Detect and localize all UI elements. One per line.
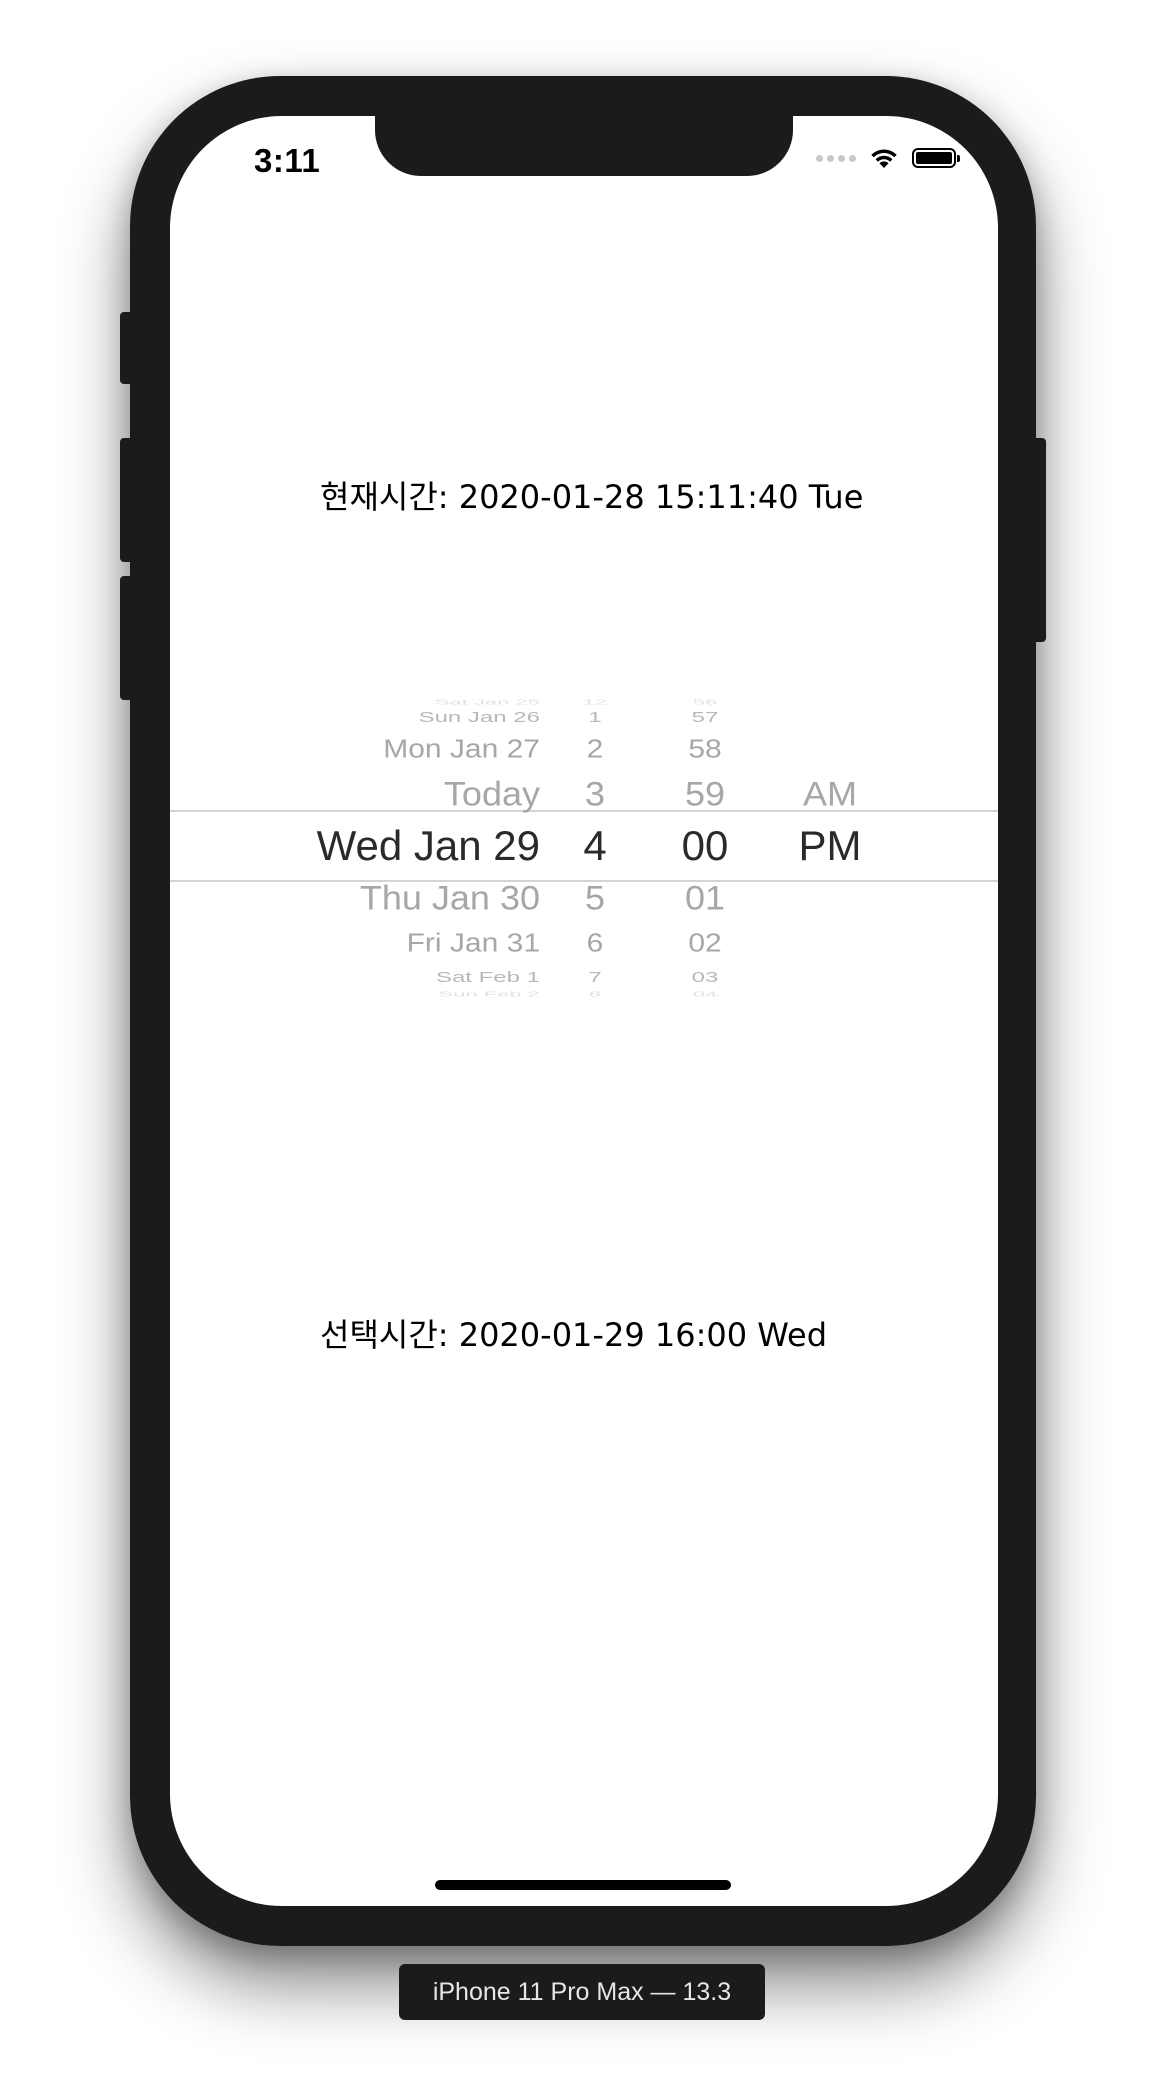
picker-minute-option[interactable]: 02 (650, 931, 760, 957)
picker-date-option[interactable]: Thu Jan 30 (360, 880, 540, 915)
picker-hour-option[interactable]: 3 (540, 776, 650, 811)
status-icons (816, 146, 960, 170)
picker-minute-option[interactable]: 04 (650, 990, 760, 998)
picker-hour-selected[interactable]: 4 (540, 825, 650, 867)
date-time-picker[interactable]: Sat Jan 25 Sun Jan 26 Mon Jan 27 Today Wed J… (170, 698, 998, 1058)
picker-minute-option[interactable]: 03 (650, 971, 760, 985)
picker-minute-option[interactable]: 01 (650, 880, 760, 915)
picker-date-option[interactable]: Fri Jan 31 (407, 931, 540, 957)
battery-icon (912, 148, 960, 168)
device-caption: iPhone 11 Pro Max — 13.3 (399, 1964, 765, 2020)
picker-minute-selected[interactable]: 00 (650, 825, 760, 867)
phone-screen: 3:11 현재시간: 2020-01-28 15:11:40 Tue Sat J… (170, 116, 998, 1906)
status-time: 3:11 (254, 142, 321, 179)
picker-hour-option[interactable]: 2 (540, 737, 650, 763)
power-button (1032, 438, 1046, 642)
picker-hour-option[interactable]: 8 (540, 990, 650, 998)
picker-ampm-selected[interactable]: PM (760, 825, 900, 867)
picker-minute-column[interactable]: 56 57 58 59 00 01 02 03 04 (650, 698, 760, 1058)
picker-ampm-option[interactable]: AM (760, 776, 900, 811)
picker-hour-option[interactable]: 12 (540, 698, 650, 706)
picker-hour-option[interactable]: 7 (540, 971, 650, 985)
picker-date-option[interactable]: Sat Jan 25 (435, 698, 540, 706)
picker-hour-option[interactable]: 6 (540, 931, 650, 957)
volume-down-button (120, 576, 134, 700)
wifi-icon (871, 149, 897, 168)
picker-date-selected[interactable]: Wed Jan 29 (317, 825, 540, 867)
picker-date-option[interactable]: Mon Jan 27 (383, 737, 540, 763)
simulator-canvas: 3:11 현재시간: 2020-01-28 15:11:40 Tue Sat J… (0, 0, 1168, 2096)
picker-date-option[interactable]: Sun Feb 2 (438, 990, 540, 998)
picker-minute-option[interactable]: 58 (650, 737, 760, 763)
selected-time-label: 선택시간: 2020-01-29 16:00 Wed (320, 1316, 828, 1354)
picker-hour-column[interactable]: 12 1 2 3 4 5 6 7 8 (540, 698, 650, 1058)
picker-ampm-column[interactable]: AM PM (760, 698, 900, 1058)
home-indicator[interactable] (435, 1880, 731, 1890)
notch (375, 116, 793, 176)
signal-dots-icon (816, 154, 856, 162)
picker-minute-option[interactable]: 59 (650, 776, 760, 811)
picker-date-option[interactable]: Sat Feb 1 (436, 971, 540, 985)
picker-hour-option[interactable]: 5 (540, 880, 650, 915)
picker-minute-option[interactable]: 56 (650, 698, 760, 706)
picker-date-option[interactable]: Today (444, 776, 540, 811)
picker-date-column[interactable]: Sat Jan 25 Sun Jan 26 Mon Jan 27 Today Wed J… (170, 698, 540, 1058)
current-time-label: 현재시간: 2020-01-28 15:11:40 Tue (320, 478, 864, 516)
mute-switch (120, 312, 134, 384)
volume-up-button (120, 438, 134, 562)
picker-date-option[interactable]: Sun Jan 26 (419, 710, 540, 725)
picker-minute-option[interactable]: 57 (650, 710, 760, 725)
picker-hour-option[interactable]: 1 (540, 710, 650, 725)
